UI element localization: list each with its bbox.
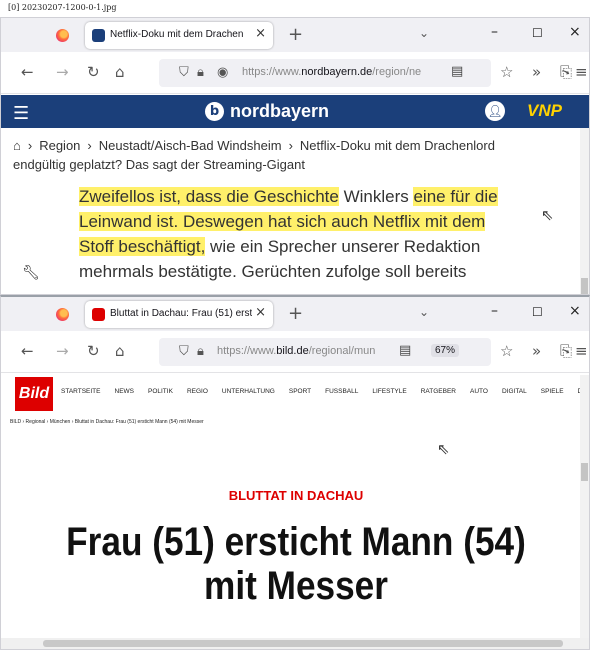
home-button[interactable]: ⌂ xyxy=(115,342,125,360)
navigation-toolbar: ← → ↻ ⌂ ⛉ 🔒︎ https://www.bild.de/regiona… xyxy=(1,331,589,373)
bild-favicon xyxy=(92,308,105,321)
close-window-button[interactable]: × xyxy=(569,24,581,40)
close-tab-icon[interactable]: × xyxy=(255,26,266,41)
nav-item[interactable]: AUTO xyxy=(470,388,488,395)
maximize-button[interactable]: ☐ xyxy=(532,26,543,40)
article-body: Zweifellos ist, dass die Geschichte Wink… xyxy=(79,184,519,284)
article-kicker: BLUTTAT IN DACHAU xyxy=(228,488,364,503)
forward-button[interactable]: → xyxy=(56,342,69,360)
bild-main-navigation: STARTSEITE NEWS POLITIK REGIO UNTERHALTUNG SP… xyxy=(61,388,589,395)
new-tab-button[interactable]: + xyxy=(288,24,303,45)
breadcrumb-separator: › xyxy=(288,138,293,153)
reader-view-icon[interactable]: ▤ xyxy=(451,64,463,79)
highlighted-text: Zweifellos ist, dass die Geschichte xyxy=(79,187,339,206)
scrollbar-thumb[interactable] xyxy=(581,463,588,481)
tab-netflix-doku[interactable]: Netflix-Doku mit dem Drachen × xyxy=(85,22,273,49)
close-tab-icon[interactable]: × xyxy=(255,305,266,320)
article-text: Winklers xyxy=(338,187,414,206)
firefox-icon[interactable] xyxy=(56,29,69,42)
tab-title: Netflix-Doku mit dem Drachen xyxy=(110,29,244,40)
nav-item[interactable]: UNTERHALTUNG xyxy=(222,388,275,395)
bild-logo[interactable]: Bild xyxy=(15,377,53,411)
reader-view-icon[interactable]: ▤ xyxy=(399,343,411,358)
nav-item[interactable]: POLITIK xyxy=(148,388,173,395)
back-button[interactable]: ← xyxy=(21,63,34,81)
minimize-button[interactable]: – xyxy=(491,303,498,319)
minimize-button[interactable]: – xyxy=(491,24,498,40)
list-tabs-chevron-icon[interactable]: ⌄ xyxy=(419,305,429,319)
mouse-cursor-icon: ⇖ xyxy=(437,440,450,458)
nordbayern-favicon xyxy=(92,29,105,42)
url-bar[interactable]: ⛉ 🔒︎ ◉ https://www.nordbayern.de/region/… xyxy=(159,59,491,87)
home-button[interactable]: ⌂ xyxy=(115,63,125,81)
nav-item[interactable]: DIGITAL xyxy=(502,388,527,395)
shield-icon[interactable]: ⛉ xyxy=(179,65,189,80)
horizontal-scrollbar[interactable] xyxy=(1,638,589,649)
mouse-cursor-icon: ⇖ xyxy=(541,206,554,224)
reload-button[interactable]: ↻ xyxy=(87,63,100,81)
breadcrumb: ⌂ › Region › Neustadt/Aisch-Bad Windsheim › Ne… xyxy=(13,136,513,174)
tab-bluttat-in-dachau[interactable]: Bluttat in Dachau: Frau (51) ersti × xyxy=(85,301,273,328)
hamburger-menu-icon[interactable]: ☰ xyxy=(13,103,29,124)
navigation-toolbar: ← → ↻ ⌂ ⛉ 🔒︎ ◉ https://www.nordbayern.de… xyxy=(1,52,589,94)
extensions-icon[interactable]: ⎘ xyxy=(560,342,572,360)
breadcrumb: BILD › Regional › München › Bluttat in D… xyxy=(10,419,204,425)
breadcrumb-item-neustadt[interactable]: Neustadt/Aisch-Bad Windsheim xyxy=(99,138,282,153)
nav-item[interactable]: SPIELE xyxy=(541,388,564,395)
close-window-button[interactable]: × xyxy=(569,303,581,319)
wrench-icon[interactable]: 🔧︎ xyxy=(22,265,42,285)
url-text: https://www.nordbayern.de/region/ne xyxy=(242,66,422,78)
vertical-scrollbar[interactable] xyxy=(580,128,589,294)
bookmark-star-icon[interactable]: ☆ xyxy=(500,63,513,81)
tab-title: Bluttat in Dachau: Frau (51) ersti xyxy=(110,308,252,319)
nav-item[interactable]: LIFESTYLE xyxy=(372,388,406,395)
permissions-icon[interactable]: ◉ xyxy=(217,65,228,80)
scrollbar-thumb[interactable] xyxy=(581,278,588,294)
nav-item[interactable]: SPORT xyxy=(289,388,311,395)
forward-button[interactable]: → xyxy=(56,63,69,81)
tab-bar: Bluttat in Dachau: Frau (51) ersti × + ⌄… xyxy=(1,297,589,331)
breadcrumb-separator: › xyxy=(87,138,92,153)
tab-bar: Netflix-Doku mit dem Drachen × + ⌄ – ☐ × xyxy=(1,18,589,52)
maximize-button[interactable]: ☐ xyxy=(532,305,543,319)
shield-icon[interactable]: ⛉ xyxy=(179,344,189,359)
browser-window-nordbayern: Netflix-Doku mit dem Drachen × + ⌄ – ☐ ×… xyxy=(0,17,590,295)
list-tabs-chevron-icon[interactable]: ⌄ xyxy=(419,26,429,40)
new-tab-button[interactable]: + xyxy=(288,303,303,324)
app-menu-icon[interactable]: ≡ xyxy=(575,63,588,81)
lock-icon[interactable]: 🔒︎ xyxy=(197,65,204,80)
breadcrumb-separator: › xyxy=(27,138,33,153)
vnp-logo[interactable]: VNP xyxy=(527,101,562,121)
url-bar[interactable]: ⛉ 🔒︎ https://www.bild.de/regional/mun ▤ … xyxy=(159,338,491,366)
image-caption: [0] 20230207-1200-0-1.jpg xyxy=(8,3,117,12)
site-header: ☰ b nordbayern 👤︎ VNP xyxy=(1,95,589,128)
nav-item[interactable]: STARTSEITE xyxy=(61,388,101,395)
zoom-level-badge[interactable]: 67% xyxy=(431,344,460,357)
site-logo-text[interactable]: nordbayern xyxy=(230,101,329,122)
nav-item[interactable]: REGIO xyxy=(187,388,208,395)
nordbayern-logo-icon[interactable]: b xyxy=(205,102,224,121)
vertical-scrollbar[interactable] xyxy=(580,375,589,641)
reload-button[interactable]: ↻ xyxy=(87,342,100,360)
nav-item[interactable]: RATGEBER xyxy=(421,388,456,395)
nav-item[interactable]: FUSSBALL xyxy=(325,388,358,395)
article-headline: Frau (51) ersticht Mann (54) mit Messer xyxy=(66,520,526,608)
app-menu-icon[interactable]: ≡ xyxy=(575,342,588,360)
browser-window-bild: Bluttat in Dachau: Frau (51) ersti × + ⌄… xyxy=(0,295,590,650)
url-text: https://www.bild.de/regional/mun xyxy=(217,345,376,357)
bookmark-star-icon[interactable]: ☆ xyxy=(500,342,513,360)
overflow-menu-icon[interactable]: » xyxy=(532,63,541,81)
user-account-icon[interactable]: 👤︎ xyxy=(485,101,505,121)
back-button[interactable]: ← xyxy=(21,342,34,360)
nav-item[interactable]: NEWS xyxy=(115,388,135,395)
breadcrumb-item-region[interactable]: Region xyxy=(39,138,80,153)
lock-icon[interactable]: 🔒︎ xyxy=(197,344,204,359)
scrollbar-thumb[interactable] xyxy=(43,640,563,647)
overflow-menu-icon[interactable]: » xyxy=(532,342,541,360)
firefox-icon[interactable] xyxy=(56,308,69,321)
extensions-icon[interactable]: ⎘ xyxy=(560,63,572,81)
home-icon[interactable]: ⌂ xyxy=(13,138,21,153)
